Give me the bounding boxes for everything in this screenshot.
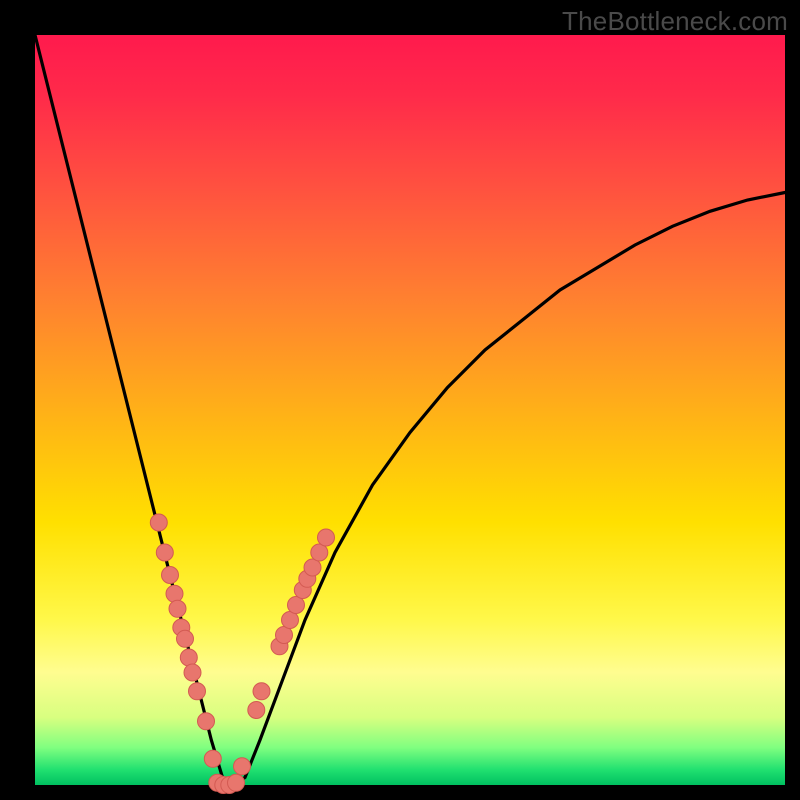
data-point — [184, 664, 201, 681]
data-point — [162, 567, 179, 584]
data-point — [156, 544, 173, 561]
bottleneck-curve — [35, 35, 785, 785]
data-point — [253, 683, 270, 700]
plot-area — [35, 35, 785, 785]
watermark-text: TheBottleneck.com — [562, 6, 788, 37]
data-point — [318, 529, 335, 546]
data-point — [180, 649, 197, 666]
data-point — [288, 597, 305, 614]
chart-svg — [35, 35, 785, 785]
data-point — [189, 683, 206, 700]
data-point — [282, 612, 299, 629]
chart-frame: TheBottleneck.com — [0, 0, 800, 800]
data-point — [234, 758, 251, 775]
data-point — [311, 544, 328, 561]
data-point — [204, 750, 221, 767]
data-point — [276, 627, 293, 644]
data-markers — [150, 514, 334, 794]
data-point — [177, 630, 194, 647]
data-point — [166, 585, 183, 602]
data-point — [248, 702, 265, 719]
data-point — [304, 559, 321, 576]
data-point — [228, 774, 245, 791]
data-point — [198, 713, 215, 730]
data-point — [150, 514, 167, 531]
data-point — [169, 600, 186, 617]
